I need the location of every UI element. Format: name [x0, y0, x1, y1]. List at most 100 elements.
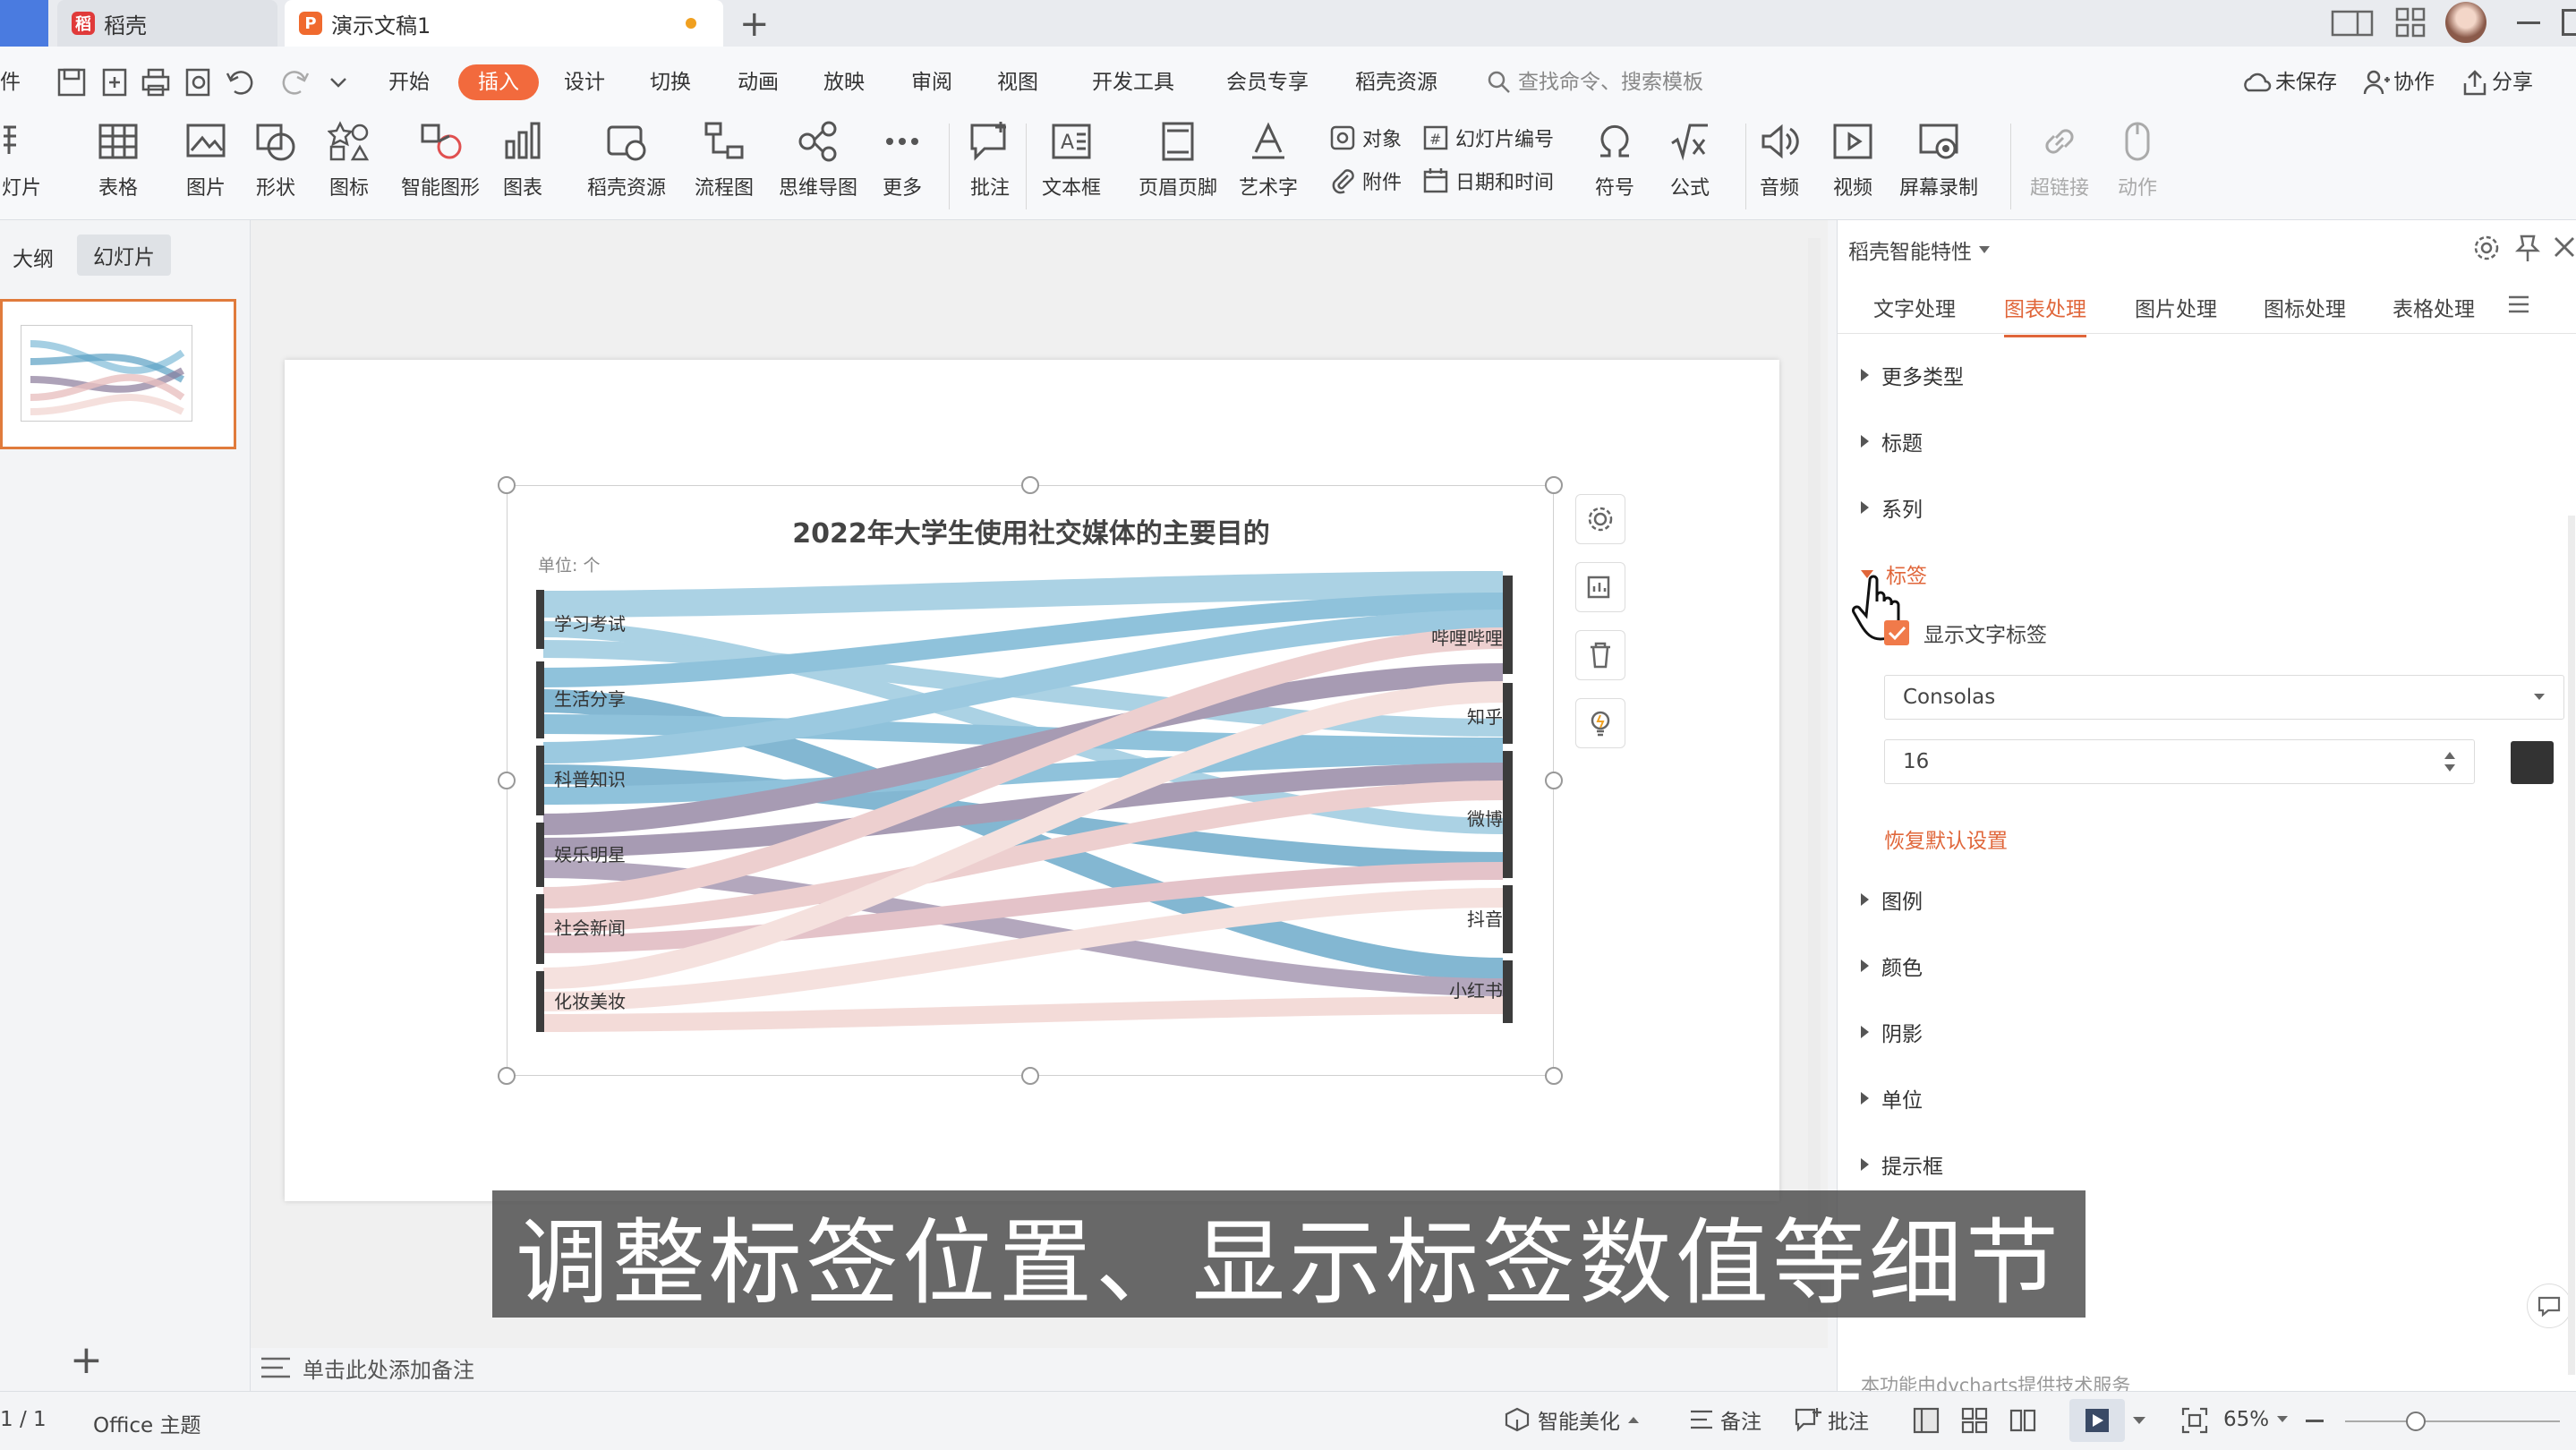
- menu-design[interactable]: 设计: [564, 64, 605, 100]
- resize-handle-top-right[interactable]: [1545, 476, 1563, 494]
- resize-handle-bottom-left[interactable]: [498, 1067, 516, 1085]
- object-button[interactable]: 对象: [1328, 124, 1402, 152]
- menu-review[interactable]: 审阅: [911, 64, 952, 100]
- menu-animation[interactable]: 动画: [738, 64, 779, 100]
- wordart-button[interactable]: 艺术字: [1239, 120, 1298, 200]
- delete-chart-button[interactable]: [1575, 630, 1625, 680]
- menu-docer-resources[interactable]: 稻壳资源: [1355, 64, 1437, 100]
- more-button[interactable]: 更多: [881, 120, 924, 200]
- menu-view[interactable]: 视图: [997, 64, 1038, 100]
- docer-resources-button[interactable]: 稻壳资源: [587, 120, 666, 200]
- quick-access-dropdown-icon[interactable]: [328, 73, 349, 91]
- theme-name[interactable]: Office 主题: [93, 1408, 200, 1438]
- chevron-down-icon[interactable]: [2132, 1415, 2146, 1426]
- chart-data-button[interactable]: [1575, 562, 1625, 612]
- show-label-checkbox[interactable]: 显示文字标签: [1884, 618, 2047, 648]
- user-avatar[interactable]: [2445, 2, 2486, 43]
- gear-icon[interactable]: [2471, 233, 2502, 263]
- font-family-select[interactable]: Consolas: [1884, 675, 2564, 720]
- zoom-out-icon[interactable]: [2306, 1420, 2324, 1422]
- smart-beautify-button[interactable]: 智能美化: [1504, 1404, 1640, 1435]
- screen-record-button[interactable]: 屏幕录制: [1899, 120, 1978, 200]
- section-tooltip[interactable]: 提示框: [1861, 1149, 1943, 1180]
- chart-button[interactable]: 图表: [501, 120, 544, 200]
- action-button[interactable]: 动作: [2116, 120, 2159, 200]
- attachment-button[interactable]: 附件: [1328, 166, 1402, 195]
- resize-handle-bottom[interactable]: [1021, 1067, 1039, 1085]
- export-pdf-icon[interactable]: [98, 66, 131, 98]
- home-tab[interactable]: [0, 0, 48, 47]
- resize-handle-left[interactable]: [498, 772, 516, 789]
- apps-grid-icon[interactable]: [2395, 7, 2426, 38]
- notes-toggle-button[interactable]: 备注: [1688, 1404, 1761, 1435]
- reading-view-icon[interactable]: [2009, 1406, 2037, 1435]
- tab-image-processing[interactable]: 图片处理: [2135, 292, 2217, 322]
- tab-slides[interactable]: 幻灯片: [77, 235, 171, 276]
- stepper-arrows-icon[interactable]: [2444, 748, 2456, 775]
- textbox-button[interactable]: A 文本框: [1042, 120, 1101, 200]
- mindmap-button[interactable]: 思维导图: [779, 120, 857, 200]
- slide[interactable]: 2022年大学生使用社交媒体的主要目的 单位: 个 学习考试 生活分享 科普知识…: [285, 360, 1779, 1201]
- normal-view-icon[interactable]: [1912, 1406, 1941, 1435]
- new-tab-button[interactable]: +: [739, 4, 770, 45]
- notes-placeholder[interactable]: 单击此处添加备注: [260, 1352, 474, 1384]
- menu-file[interactable]: 件: [0, 64, 21, 100]
- symbol-button[interactable]: 符号: [1593, 120, 1636, 200]
- section-series[interactable]: 系列: [1861, 492, 1923, 523]
- resize-handle-top[interactable]: [1021, 476, 1039, 494]
- smart-tips-button[interactable]: [1575, 698, 1625, 748]
- minimize-icon[interactable]: [2517, 21, 2540, 24]
- chart-settings-button[interactable]: [1575, 494, 1625, 544]
- zoom-level-select[interactable]: 65%: [2223, 1408, 2289, 1431]
- shape-button[interactable]: 形状: [254, 120, 297, 200]
- hyperlink-button[interactable]: 超链接: [2030, 120, 2089, 200]
- add-slide-button[interactable]: +: [70, 1337, 103, 1383]
- menu-slideshow[interactable]: 放映: [823, 64, 865, 100]
- maximize-icon[interactable]: [2562, 9, 2576, 36]
- layout-icon[interactable]: [2331, 9, 2374, 38]
- menu-member[interactable]: 会员专享: [1226, 64, 1309, 100]
- tab-icon-processing[interactable]: 图标处理: [2264, 292, 2346, 322]
- zoom-slider-thumb[interactable]: [2406, 1412, 2426, 1431]
- play-slideshow-button[interactable]: [2069, 1399, 2125, 1442]
- comment-toggle-button[interactable]: 批注: [1794, 1404, 1869, 1435]
- new-slide-button[interactable]: 灯片: [0, 120, 43, 200]
- datetime-button[interactable]: 日期和时间: [1421, 166, 1554, 195]
- flowchart-button[interactable]: 流程图: [695, 120, 754, 200]
- share-button[interactable]: 分享: [2461, 64, 2533, 100]
- audio-button[interactable]: 音频: [1758, 120, 1801, 200]
- reset-defaults-link[interactable]: 恢复默认设置: [1884, 823, 2008, 854]
- slide-thumbnail[interactable]: [0, 299, 236, 449]
- pin-icon[interactable]: [2514, 233, 2541, 263]
- menu-home[interactable]: 开始: [388, 64, 430, 100]
- header-footer-button[interactable]: 页眉页脚: [1139, 120, 1217, 200]
- section-shadow[interactable]: 阴影: [1861, 1017, 1923, 1047]
- tab-chart-processing[interactable]: 图表处理: [2004, 292, 2086, 337]
- close-icon[interactable]: [2552, 235, 2576, 260]
- formula-button[interactable]: 公式: [1668, 120, 1711, 200]
- print-preview-icon[interactable]: [183, 66, 215, 98]
- canvas-scrollbar[interactable]: [1808, 238, 1821, 1312]
- menu-developer[interactable]: 开发工具: [1092, 64, 1174, 100]
- section-more-types[interactable]: 更多类型: [1861, 360, 1964, 390]
- print-icon[interactable]: [140, 66, 172, 98]
- font-color-swatch[interactable]: [2511, 741, 2554, 784]
- fit-window-icon[interactable]: [2180, 1406, 2209, 1435]
- slide-number-button[interactable]: # 幻灯片编号: [1421, 124, 1554, 152]
- unsaved-status[interactable]: 未保存: [2241, 64, 2337, 100]
- section-legend[interactable]: 图例: [1861, 884, 1923, 915]
- collab-button[interactable]: 协作: [2363, 64, 2435, 100]
- chart-frame[interactable]: 2022年大学生使用社交媒体的主要目的 单位: 个 学习考试 生活分享 科普知识…: [507, 485, 1554, 1076]
- resize-handle-top-left[interactable]: [498, 476, 516, 494]
- resize-handle-right[interactable]: [1545, 772, 1563, 789]
- redo-icon[interactable]: [279, 66, 311, 98]
- undo-icon[interactable]: [224, 66, 256, 98]
- panel-scrollbar[interactable]: [2568, 516, 2575, 1375]
- smart-art-button[interactable]: 智能图形: [401, 120, 480, 200]
- tab-table-processing[interactable]: 表格处理: [2393, 292, 2475, 322]
- section-unit[interactable]: 单位: [1861, 1083, 1923, 1113]
- resize-handle-bottom-right[interactable]: [1545, 1067, 1563, 1085]
- save-icon[interactable]: [55, 66, 88, 98]
- table-button[interactable]: 表格: [97, 120, 140, 200]
- menu-transition[interactable]: 切换: [650, 64, 691, 100]
